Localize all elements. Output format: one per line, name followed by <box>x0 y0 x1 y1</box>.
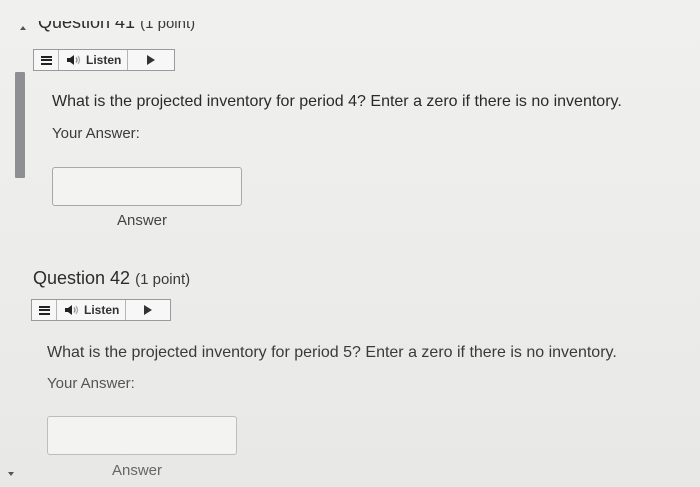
answer-caption: Answer <box>112 462 163 479</box>
speaker-icon <box>66 54 82 66</box>
listen-label: Listen <box>84 303 120 317</box>
answer-caption: Answer <box>117 212 168 229</box>
question-42-text: What is the projected inventory for peri… <box>47 344 617 361</box>
question-points: (1 point) <box>140 15 196 32</box>
play-button[interactable] <box>126 300 170 320</box>
question-41-text: What is the projected inventory for peri… <box>52 93 622 110</box>
play-icon <box>147 55 156 65</box>
question-41-title: Question 41 (1 point) <box>38 12 196 33</box>
play-icon <box>144 305 153 315</box>
hamburger-menu-icon <box>40 55 52 65</box>
answer-input-41[interactable] <box>52 167 242 206</box>
question-title-text: Question 42 <box>33 268 131 288</box>
scrollbar-thumb[interactable] <box>15 72 25 178</box>
listen-menu-button[interactable] <box>32 300 57 320</box>
speaker-icon <box>64 304 80 316</box>
quiz-page: Question 41 (1 point) Listen What is the… <box>0 0 700 487</box>
question-points: (1 point) <box>135 271 191 288</box>
answer-input-42[interactable] <box>47 416 237 455</box>
your-answer-label: Your Answer: <box>52 125 140 142</box>
scroll-down-arrow-icon[interactable] <box>8 472 14 476</box>
listen-toolbar: Listen <box>33 49 175 71</box>
listen-button[interactable]: Listen <box>59 50 129 70</box>
hamburger-menu-icon <box>38 305 50 315</box>
question-42-title: Question 42 (1 point) <box>33 268 190 289</box>
your-answer-label: Your Answer: <box>47 375 135 392</box>
scroll-up-arrow-icon[interactable] <box>20 26 26 30</box>
play-button[interactable] <box>128 50 174 70</box>
listen-menu-button[interactable] <box>34 50 59 70</box>
listen-button[interactable]: Listen <box>57 300 127 320</box>
question-title-text: Question 41 <box>38 12 136 32</box>
listen-label: Listen <box>86 53 122 67</box>
listen-toolbar: Listen <box>31 299 171 321</box>
